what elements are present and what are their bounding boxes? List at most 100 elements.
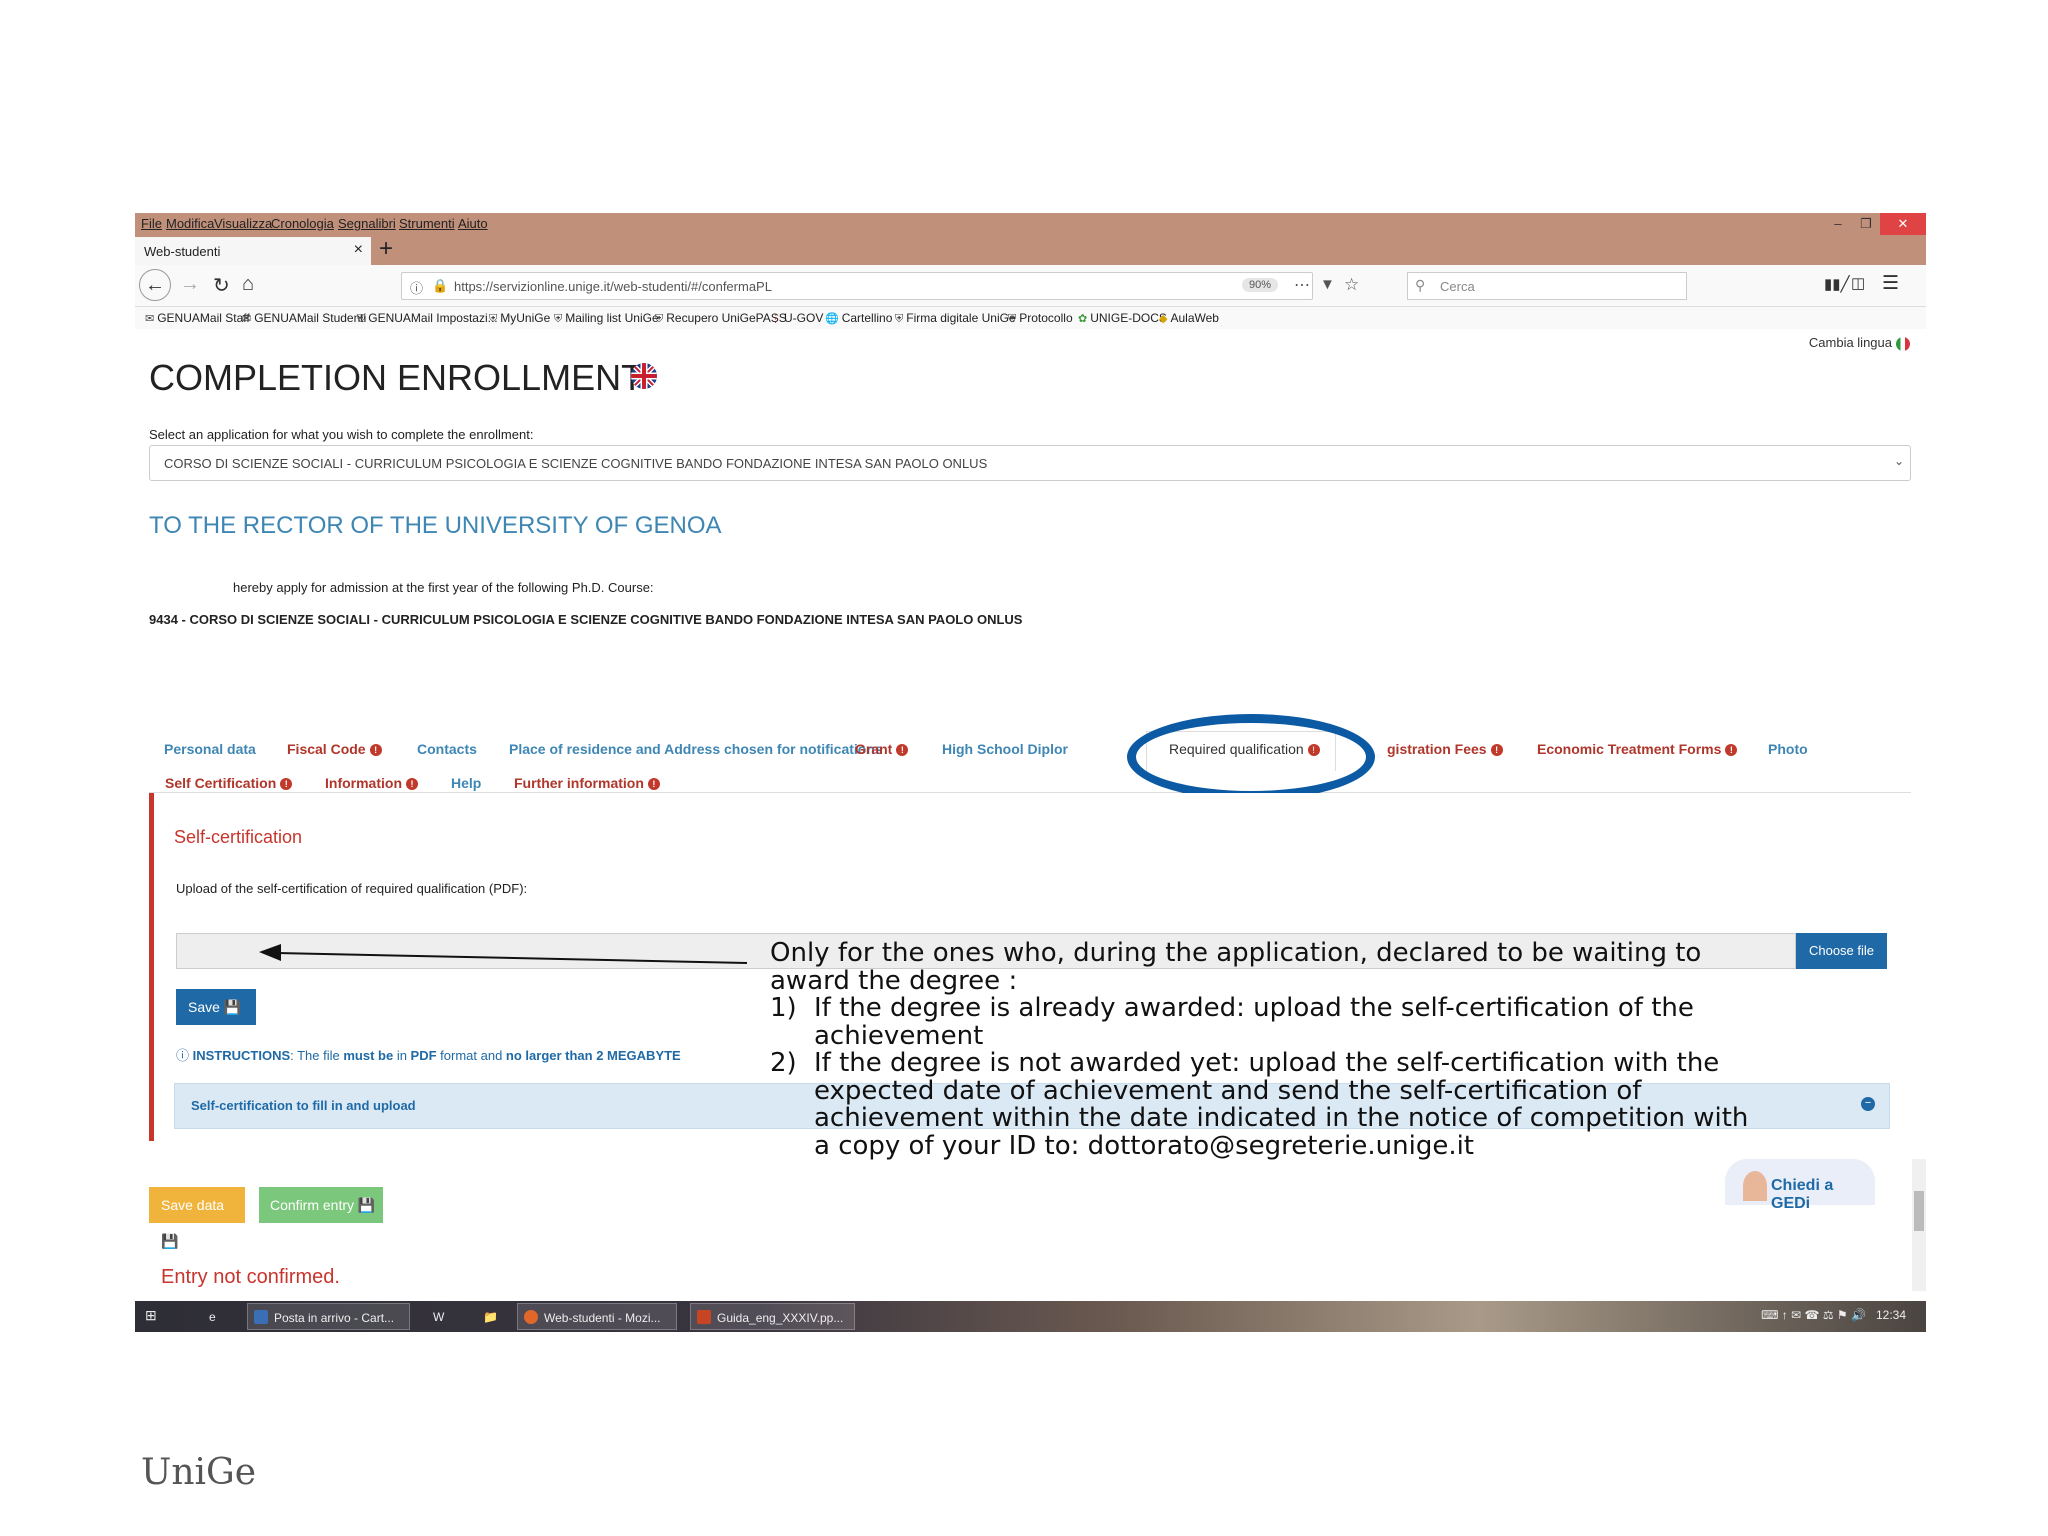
home-icon[interactable]: ⌂ bbox=[242, 273, 254, 296]
bookmark-label: Recupero UniGePASS bbox=[666, 311, 787, 325]
bookmark-genuamail-impostazioni[interactable]: ⛨ GENUAMail Impostazi... bbox=[357, 311, 498, 326]
taskbar-item-firefox[interactable]: Web-studenti - Mozi... bbox=[517, 1303, 677, 1330]
chat-widget[interactable]: Chiedi a GEDi bbox=[1725, 1159, 1875, 1212]
apply-text: hereby apply for admission at the first … bbox=[233, 580, 654, 595]
close-window-icon[interactable]: ✕ bbox=[1880, 213, 1926, 235]
annotation-number: 2) bbox=[770, 1048, 797, 1078]
menu-cronologia[interactable]: Cronologia bbox=[271, 216, 334, 231]
restore-icon[interactable]: ❐ bbox=[1852, 213, 1880, 235]
tab-high-school-diploma[interactable]: High School Diplor bbox=[942, 741, 1068, 757]
bookmark-u-gov[interactable]: ⋮ U-GOV bbox=[770, 311, 823, 325]
tab-help[interactable]: Help bbox=[451, 775, 481, 791]
sidebar-icon[interactable]: ◫ bbox=[1851, 274, 1865, 292]
new-tab-icon[interactable]: + bbox=[379, 235, 393, 263]
bookmarks-bar: ✉ GENUAMail Staff ✉ GENUAMail Studenti ⛨ GE… bbox=[135, 307, 1926, 329]
tab-label: Grant bbox=[855, 741, 893, 757]
tab-label: Economic Treatment Forms bbox=[1537, 741, 1722, 757]
tag-icon: ◆ bbox=[1159, 313, 1168, 325]
menu-segnalibri[interactable]: Segnalibri bbox=[338, 216, 396, 231]
bookmark-mailing-list[interactable]: ⛨ Mailing list UniGe bbox=[554, 311, 659, 326]
language-switch[interactable]: Cambia lingua bbox=[1809, 335, 1910, 351]
browser-tab[interactable]: Web-studenti × bbox=[135, 237, 371, 265]
page-actions-icon[interactable]: ⋯ bbox=[1294, 275, 1310, 295]
tab-photo[interactable]: Photo bbox=[1768, 741, 1808, 757]
menu-visualizza[interactable]: Visualizza bbox=[214, 216, 272, 231]
tab-further-information[interactable]: Further information! bbox=[514, 775, 660, 791]
bookmark-firma-digitale[interactable]: ⛨ Firma digitale UniGe bbox=[895, 311, 1016, 326]
tab-label: Self Certification bbox=[165, 775, 277, 791]
url-bar[interactable]: ⓘ 🔒 https://servizionline.unige.it/web-s… bbox=[401, 272, 1359, 300]
minimize-icon[interactable]: – bbox=[1824, 213, 1852, 235]
tab-personal-data[interactable]: Personal data bbox=[164, 741, 256, 757]
scrollbar-thumb[interactable] bbox=[1914, 1191, 1924, 1231]
language-switch-label: Cambia lingua bbox=[1808, 335, 1892, 350]
tab-self-certification[interactable]: Self Certification! bbox=[165, 775, 293, 791]
forward-arrow-icon[interactable]: → bbox=[180, 273, 200, 296]
annotation-item-2: 2) If the degree is not awarded yet: upl… bbox=[770, 1048, 1770, 1161]
tab-contacts[interactable]: Contacts bbox=[417, 741, 477, 757]
menu-file[interactable]: File bbox=[141, 216, 162, 231]
tab-grant[interactable]: Grant! bbox=[855, 741, 909, 757]
tab-place-of-residence[interactable]: Place of residence and Address chosen fo… bbox=[509, 741, 883, 757]
bookmark-label: GENUAMail Studenti bbox=[254, 311, 367, 325]
library-icon[interactable]: ▮▮╱ bbox=[1824, 275, 1850, 293]
annotation-number: 1) bbox=[770, 993, 797, 1023]
upload-label: Upload of the self-certification of requ… bbox=[176, 881, 528, 896]
bookmark-myunige[interactable]: ⛨ MyUniGe bbox=[489, 311, 550, 326]
shield-icon: ⛨ bbox=[489, 313, 498, 325]
info-icon[interactable]: ⓘ bbox=[410, 278, 423, 297]
tab-label: Fiscal Code bbox=[287, 741, 366, 757]
search-icon: ⚲ bbox=[1415, 277, 1426, 293]
hamburger-menu-icon[interactable]: ☰ bbox=[1882, 272, 1899, 295]
windows-start-icon[interactable]: ⊞ bbox=[145, 1307, 157, 1324]
tab-information[interactable]: Information! bbox=[325, 775, 418, 791]
word-icon[interactable]: W bbox=[425, 1303, 452, 1330]
chevron-down-icon: ⌄ bbox=[1893, 454, 1904, 468]
application-select[interactable]: CORSO DI SCIENZE SOCIALI - CURRICULUM PS… bbox=[149, 445, 1911, 481]
menu-aiuto[interactable]: Aiuto bbox=[458, 216, 488, 231]
tab-label: Further information bbox=[514, 775, 644, 791]
unige-logo: UniGe bbox=[141, 1452, 257, 1493]
tab-fiscal-code[interactable]: Fiscal Code! bbox=[287, 741, 382, 757]
save-data-button[interactable]: Save data 💾 bbox=[149, 1187, 245, 1249]
bookmark-star-icon[interactable]: ☆ bbox=[1344, 275, 1359, 295]
taskbar-item-label: Web-studenti - Mozi... bbox=[544, 1311, 661, 1325]
slide: File Modifica Visualizza Cronologia Segn… bbox=[0, 0, 2048, 1536]
system-tray: ⌨ ↑ ✉ ☎ ⚖ ⚑ 🔊 12:34 bbox=[1761, 1308, 1906, 1322]
url-text: https://servizionline.unige.it/web-stude… bbox=[454, 279, 772, 294]
navigation-bar: ← → ↻ ⌂ ⓘ 🔒 https://servizionline.unige.… bbox=[135, 265, 1926, 307]
tray-icons[interactable]: ⌨ ↑ ✉ ☎ ⚖ ⚑ 🔊 bbox=[1761, 1308, 1866, 1322]
choose-file-button[interactable]: Choose file bbox=[1796, 933, 1887, 969]
tab-close-icon[interactable]: × bbox=[354, 241, 363, 259]
italy-flag-icon bbox=[1896, 336, 1910, 351]
confirm-entry-button[interactable]: Confirm entry 💾 bbox=[259, 1187, 383, 1223]
back-arrow-icon[interactable]: ← bbox=[139, 269, 171, 301]
zoom-badge[interactable]: 90% bbox=[1242, 278, 1279, 292]
save-button[interactable]: Save 💾 bbox=[176, 989, 256, 1025]
menu-strumenti[interactable]: Strumenti bbox=[399, 216, 455, 231]
tab-registration-fees[interactable]: gistration Fees! bbox=[1387, 741, 1503, 757]
scrollbar[interactable] bbox=[1912, 1159, 1926, 1291]
bookmark-unige-docs[interactable]: ✿ UNIGE-DOCS bbox=[1078, 311, 1167, 325]
tab-economic-treatment-forms[interactable]: Economic Treatment Forms! bbox=[1537, 741, 1738, 757]
bookmark-genuamail-staff[interactable]: ✉ GENUAMail Staff bbox=[145, 311, 250, 325]
folder-icon[interactable]: 📁 bbox=[475, 1303, 506, 1330]
accordion-label: Self-certification to fill in and upload bbox=[191, 1098, 416, 1113]
bookmark-aulaweb[interactable]: ◆ AulaWeb bbox=[1159, 311, 1219, 325]
pocket-icon[interactable]: ▼ bbox=[1320, 276, 1335, 293]
warning-icon: ! bbox=[647, 778, 660, 790]
taskbar-item-powerpoint[interactable]: Guida_eng_XXXIV.pp... bbox=[690, 1303, 855, 1330]
edge-icon[interactable]: e bbox=[201, 1303, 224, 1330]
taskbar-item-mail[interactable]: Posta in arrivo - Cart... bbox=[247, 1303, 410, 1330]
uk-flag-icon[interactable] bbox=[631, 363, 657, 389]
collapse-icon[interactable]: − bbox=[1861, 1097, 1875, 1111]
menu-modifica[interactable]: Modifica bbox=[166, 216, 214, 231]
annotation-item-text: If the degree is not awarded yet: upload… bbox=[814, 1048, 1749, 1161]
search-bar[interactable]: ⚲ Cerca bbox=[1407, 272, 1687, 300]
bookmark-recupero-unigepass[interactable]: ⛨ Recupero UniGePASS bbox=[655, 311, 787, 326]
bookmark-genuamail-studenti[interactable]: ✉ GENUAMail Studenti bbox=[242, 311, 366, 325]
reload-icon[interactable]: ↻ bbox=[213, 273, 230, 298]
save-data-label: Save data bbox=[161, 1197, 225, 1213]
bookmark-protocollo[interactable]: ⛨ Protocollo bbox=[1008, 311, 1073, 326]
bookmark-cartellino[interactable]: 🌐 Cartellino bbox=[825, 311, 892, 325]
